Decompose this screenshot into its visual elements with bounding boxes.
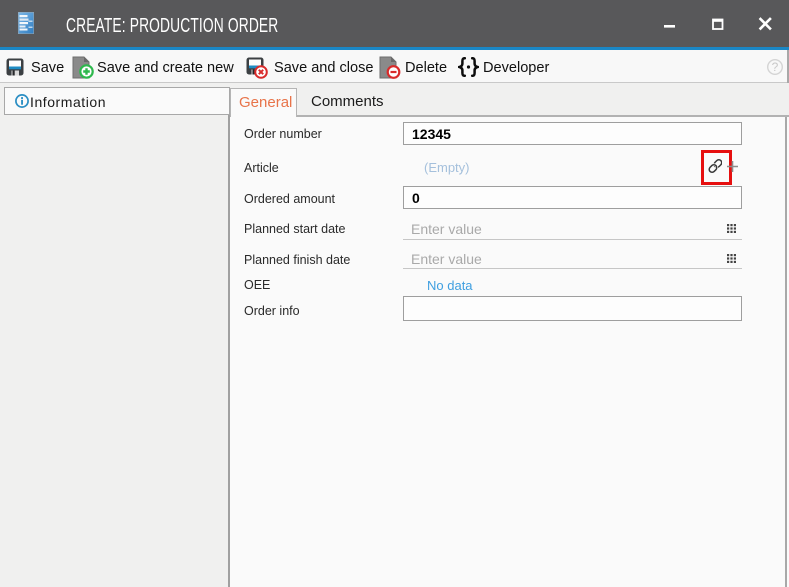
svg-text:?: ?: [772, 60, 779, 74]
